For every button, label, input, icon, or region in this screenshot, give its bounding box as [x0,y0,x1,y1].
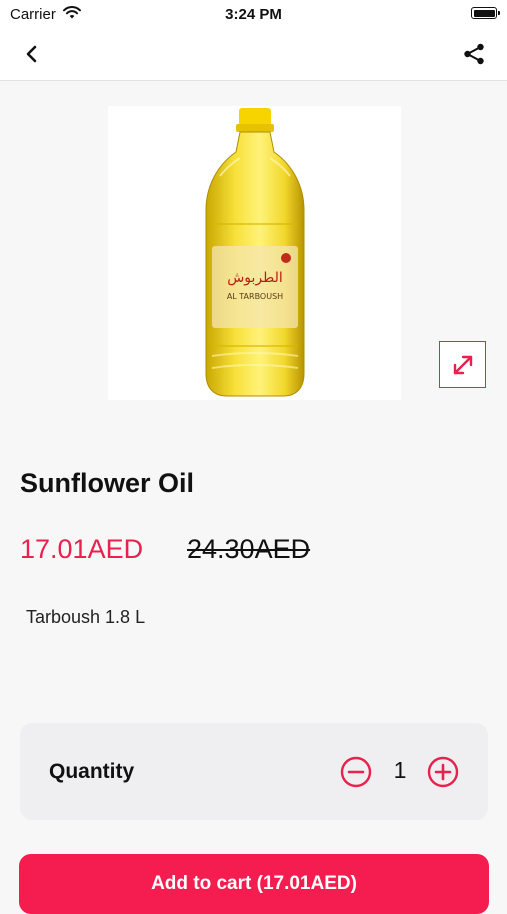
navigation-bar [0,28,507,81]
share-icon [464,43,484,65]
chevron-left-icon [26,45,37,63]
back-button[interactable] [18,40,46,68]
quantity-label: Quantity [49,760,135,783]
expand-arrows-icon [453,355,472,374]
clock: 3:24 PM [225,6,282,23]
product-title: Sunflower Oil [20,468,195,498]
svg-text:AL TARBOUSH: AL TARBOUSH [227,292,283,301]
oil-bottle-illustration: الطربوش AL TARBOUSH [205,108,305,397]
status-bar: Carrier 3:24 PM [0,0,507,28]
plus-circle-icon [427,756,459,788]
product-image[interactable]: الطربوش AL TARBOUSH [108,106,401,400]
add-to-cart-button[interactable]: Add to cart (17.01AED) [19,854,489,914]
expand-image-button[interactable] [439,341,486,388]
original-price: 24.30AED [187,534,311,564]
quantity-value: 1 [393,757,407,783]
minus-circle-icon [340,756,372,788]
share-button[interactable] [459,39,489,69]
quantity-card: Quantity 1 [20,723,488,820]
product-description: Tarboush 1.8 L [26,607,146,627]
battery-icon [471,7,500,19]
increase-quantity-button[interactable] [427,756,459,788]
decrease-quantity-button[interactable] [340,756,372,788]
svg-text:الطربوش: الطربوش [227,270,283,286]
current-price: 17.01AED [20,534,144,564]
